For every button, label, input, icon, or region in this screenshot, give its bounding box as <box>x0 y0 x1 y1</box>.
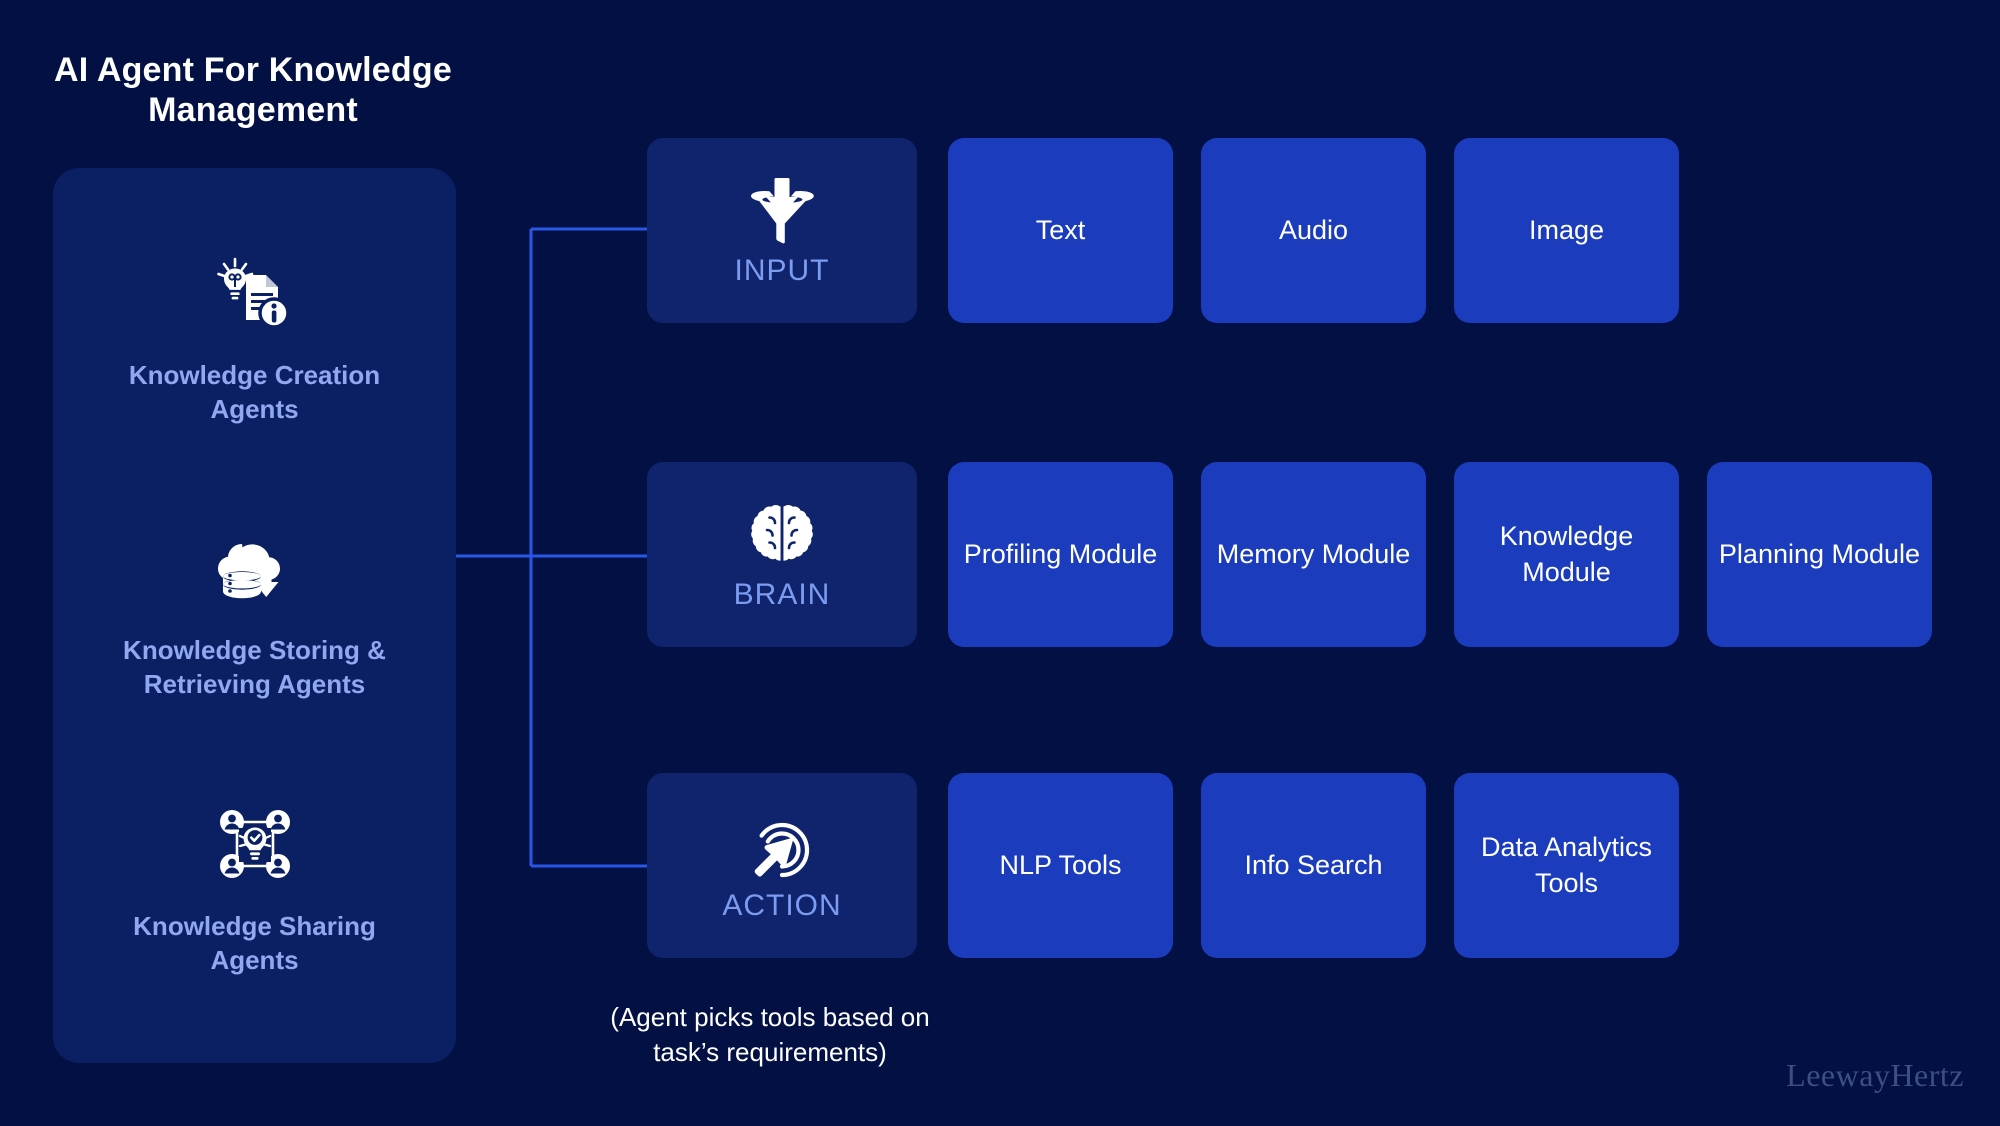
item-label: Memory Module <box>1216 538 1411 569</box>
stage-label: INPUT <box>734 253 830 287</box>
agent-label: Knowledge Creation Agents <box>128 359 381 424</box>
agents-panel: Knowledge Creation Agents Knowledge Stor… <box>53 168 456 1063</box>
item-label: Text <box>1035 214 1086 245</box>
people-network-idea-icon <box>212 805 298 883</box>
stage-card-input[interactable]: INPUT <box>647 138 917 323</box>
item-label: Info Search <box>1244 849 1383 880</box>
item-label: Audio <box>1278 214 1349 245</box>
footnote: (Agent picks tools based on task’s requi… <box>610 1002 930 1067</box>
item-card-image[interactable]: Image <box>1454 138 1679 323</box>
brain-icon <box>746 500 818 572</box>
item-card-profiling-module[interactable]: Profiling Module <box>948 462 1173 647</box>
stage-label: BRAIN <box>733 577 831 611</box>
agent-label: Knowledge Storing & Retrieving Agents <box>123 635 386 700</box>
agent-knowledge-sharing[interactable]: Knowledge Sharing Agents <box>53 805 456 978</box>
stage-card-brain[interactable]: BRAIN <box>647 462 917 647</box>
agent-knowledge-storing[interactable]: Knowledge Storing & Retrieving Agents <box>53 529 456 702</box>
funnel-input-icon <box>744 176 820 248</box>
item-card-memory-module[interactable]: Memory Module <box>1201 462 1426 647</box>
agent-knowledge-creation[interactable]: Knowledge Creation Agents <box>53 254 456 427</box>
page-title: AI Agent For Knowledge Management <box>54 51 452 130</box>
stage-card-action[interactable]: ACTION <box>647 773 917 958</box>
item-card-knowledge-module[interactable]: Knowledge Module <box>1454 462 1679 647</box>
agent-label: Knowledge Sharing Agents <box>133 910 376 976</box>
diagram-canvas: AI Agent For Knowledge Management Knowle… <box>0 0 2000 1126</box>
item-label: Knowledge Module <box>1499 521 1634 587</box>
cloud-database-download-icon <box>212 529 298 607</box>
lightbulb-document-info-icon <box>212 254 298 332</box>
item-card-data-analytics-tools[interactable]: Data Analytics Tools <box>1454 773 1679 958</box>
item-label: Data Analytics Tools <box>1480 832 1653 898</box>
item-label: Image <box>1528 214 1605 245</box>
cursor-click-action-icon <box>745 811 819 883</box>
item-card-nlp-tools[interactable]: NLP Tools <box>948 773 1173 958</box>
item-label: NLP Tools <box>999 849 1122 880</box>
watermark-leewayhertz: LeewayHertz <box>1786 1057 1964 1093</box>
stage-label: ACTION <box>722 888 842 922</box>
item-card-audio[interactable]: Audio <box>1201 138 1426 323</box>
item-card-info-search[interactable]: Info Search <box>1201 773 1426 958</box>
item-label: Planning Module <box>1718 538 1921 569</box>
item-card-planning-module[interactable]: Planning Module <box>1707 462 1932 647</box>
item-label: Profiling Module <box>963 538 1158 569</box>
item-card-text[interactable]: Text <box>948 138 1173 323</box>
